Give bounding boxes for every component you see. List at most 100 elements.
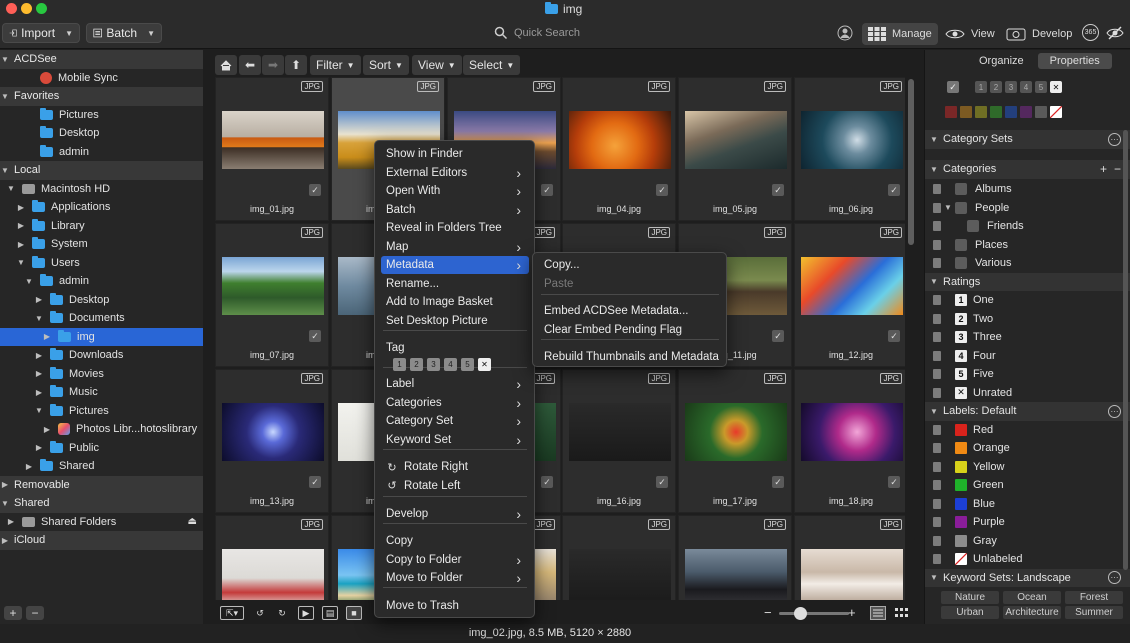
menu-item-map[interactable]: Map › xyxy=(381,238,529,256)
label-item[interactable]: Orange xyxy=(925,439,1130,458)
sidebar-item-desktop[interactable]: ▶ Desktop xyxy=(0,291,203,310)
chevron-right-icon[interactable]: ▶ xyxy=(24,462,34,471)
submenu-item-copy[interactable]: Copy... xyxy=(539,256,722,274)
rating-item[interactable]: 5 Five xyxy=(925,365,1130,384)
add-icon[interactable]: + xyxy=(1100,162,1107,176)
up-button[interactable]: ⬆ xyxy=(285,55,307,75)
manage-mode-button[interactable]: Manage xyxy=(862,23,938,45)
sidebar-item-shared-folders[interactable]: ▶ Shared Folders ⏏ xyxy=(0,513,203,532)
tag-checkbox[interactable]: ✓ xyxy=(888,476,900,488)
tag-1-button[interactable]: 1 xyxy=(393,358,406,371)
ratings-header[interactable]: ▼ Ratings xyxy=(925,272,1130,291)
sidebar-item-movies[interactable]: ▶ Movies xyxy=(0,365,203,384)
chevron-down-icon[interactable]: ▼ xyxy=(0,92,10,101)
submenu-item-clear-embed-pending-flag[interactable]: Clear Embed Pending Flag xyxy=(539,321,722,339)
thumbnail-image[interactable] xyxy=(801,257,903,315)
chevron-down-icon[interactable]: ▼ xyxy=(929,407,939,416)
tag-checkbox[interactable]: ✓ xyxy=(772,330,784,342)
label-item[interactable]: Yellow xyxy=(925,458,1130,477)
thumbnail-item[interactable]: JPG ✓ img_04.jpg xyxy=(562,77,676,221)
label-item[interactable]: Green xyxy=(925,476,1130,495)
rotate-right-button[interactable]: ↻ xyxy=(274,606,290,620)
label-item[interactable]: Blue xyxy=(925,495,1130,514)
chevron-right-icon[interactable]: ▶ xyxy=(34,351,44,360)
rotate-left-button[interactable]: ↺ xyxy=(252,606,268,620)
chevron-down-icon[interactable]: ▼ xyxy=(929,573,939,582)
submenu-item-rebuild-thumbnails-and-metadata[interactable]: Rebuild Thumbnails and Metadata xyxy=(539,348,722,366)
remove-folder-button[interactable]: − xyxy=(26,606,44,620)
select-dropdown[interactable]: Select ▼ xyxy=(463,55,521,75)
thumbnail-item[interactable]: JPG ✓ img_07.jpg xyxy=(215,223,329,367)
grid-view-icon[interactable] xyxy=(894,606,910,620)
submenu-item-embed-acdsee-metadata[interactable]: Embed ACDSee Metadata... xyxy=(539,302,722,320)
categories-header[interactable]: ▼ Categories + − xyxy=(925,160,1130,179)
thumbnail-item[interactable]: JPG ✓ img_05.jpg xyxy=(678,77,792,221)
menu-item-reveal-in-folders-tree[interactable]: Reveal in Folders Tree xyxy=(381,219,529,237)
quick-search-field[interactable]: Quick Search xyxy=(494,23,812,43)
tag-checkbox[interactable]: ✓ xyxy=(656,476,668,488)
slideshow-button[interactable]: ▶ xyxy=(298,606,314,620)
menu-item-label[interactable]: Label › xyxy=(381,375,529,393)
sidebar-item-mobile-sync[interactable]: Mobile Sync xyxy=(0,69,203,88)
zoom-in-button[interactable]: + xyxy=(848,605,856,620)
sidebar-item-documents[interactable]: ▼ Documents xyxy=(0,309,203,328)
tag-checkbox[interactable]: ✓ xyxy=(309,476,321,488)
rating-filter-2[interactable]: 2 xyxy=(990,81,1002,93)
tag-2-button[interactable]: 2 xyxy=(410,358,423,371)
sidebar-item-pictures[interactable]: ▼ Pictures xyxy=(0,402,203,421)
remove-icon[interactable]: − xyxy=(1114,162,1121,176)
category-checkbox[interactable] xyxy=(955,238,967,251)
keyword-button[interactable]: Forest xyxy=(1065,590,1123,604)
chevron-down-icon[interactable]: ▼ xyxy=(0,499,10,508)
tab-properties[interactable]: Properties xyxy=(1037,53,1112,69)
menu-item-rename[interactable]: Rename... xyxy=(381,275,529,293)
category-item[interactable]: Various xyxy=(925,254,1130,273)
chevron-down-icon[interactable]: ▼ xyxy=(943,203,953,212)
rating-filter-4[interactable]: 4 xyxy=(1020,81,1032,93)
thumbnail-size-slider-handle[interactable] xyxy=(794,607,807,620)
minimize-window-button[interactable] xyxy=(21,3,32,14)
thumbnail-image[interactable] xyxy=(222,549,324,600)
sidebar-section-removable[interactable]: ▶ Removable xyxy=(0,475,203,494)
clear-rating-button[interactable]: ✕ xyxy=(1050,81,1062,93)
label-color-swatch[interactable] xyxy=(1020,106,1032,118)
thumbnail-item[interactable]: JPG ✓ img_12.jpg xyxy=(794,223,905,367)
tab-organize[interactable]: Organize xyxy=(967,53,1036,69)
category-checkbox[interactable] xyxy=(955,257,967,270)
menu-item-copy-to-folder[interactable]: Copy to Folder › xyxy=(381,551,529,569)
chevron-right-icon[interactable]: ▶ xyxy=(42,425,52,434)
chevron-down-icon[interactable]: ▼ xyxy=(34,406,44,415)
label-item[interactable]: Unlabeled xyxy=(925,550,1130,569)
list-view-icon[interactable] xyxy=(870,606,886,620)
category-item[interactable]: Friends xyxy=(925,217,1130,236)
thumbnail-item[interactable]: JPG ✓ img_16.jpg xyxy=(562,369,676,513)
thumbnail-item[interactable]: JPG ✓ img_18.jpg xyxy=(794,369,905,513)
chevron-down-icon[interactable]: ▼ xyxy=(16,258,26,267)
chevron-down-icon[interactable]: ▼ xyxy=(34,314,44,323)
sidebar-section-favorites[interactable]: ▼ Favorites xyxy=(0,87,203,106)
rating-item[interactable]: 3 Three xyxy=(925,328,1130,347)
label-color-swatch[interactable] xyxy=(990,106,1002,118)
chevron-right-icon[interactable]: ▶ xyxy=(34,369,44,378)
batch-button[interactable]: Batch ▼ xyxy=(86,23,162,43)
label-item[interactable]: Red xyxy=(925,421,1130,440)
sidebar-item-desktop[interactable]: Desktop xyxy=(0,124,203,143)
thumbnail-image[interactable] xyxy=(685,111,787,169)
basket-button[interactable]: ■ xyxy=(346,606,362,620)
menu-item-external-editors[interactable]: External Editors › xyxy=(381,164,529,182)
tag-checkbox[interactable]: ✓ xyxy=(888,184,900,196)
view-dropdown[interactable]: View ▼ xyxy=(412,55,462,75)
thumbnail-item[interactable]: JPG ✓ img_13.jpg xyxy=(215,369,329,513)
thumbnail-item[interactable]: JPG✓img_22.jpg xyxy=(562,515,676,600)
home-button[interactable] xyxy=(215,55,237,75)
menu-item-open-with[interactable]: Open With › xyxy=(381,182,529,200)
thumbnail-item[interactable]: JPG✓img_23.jpg xyxy=(678,515,792,600)
sidebar-item-img[interactable]: ▶ img xyxy=(0,327,203,346)
rating-item[interactable]: ✕ Unrated xyxy=(925,384,1130,403)
keyword-button[interactable]: Nature xyxy=(941,590,999,604)
tag-4-button[interactable]: 4 xyxy=(444,358,457,371)
label-color-swatch[interactable] xyxy=(960,106,972,118)
sidebar-item-library[interactable]: ▶ Library xyxy=(0,217,203,236)
menu-item-show-in-finder[interactable]: Show in Finder xyxy=(381,145,529,163)
thumbnail-image[interactable] xyxy=(801,549,903,600)
